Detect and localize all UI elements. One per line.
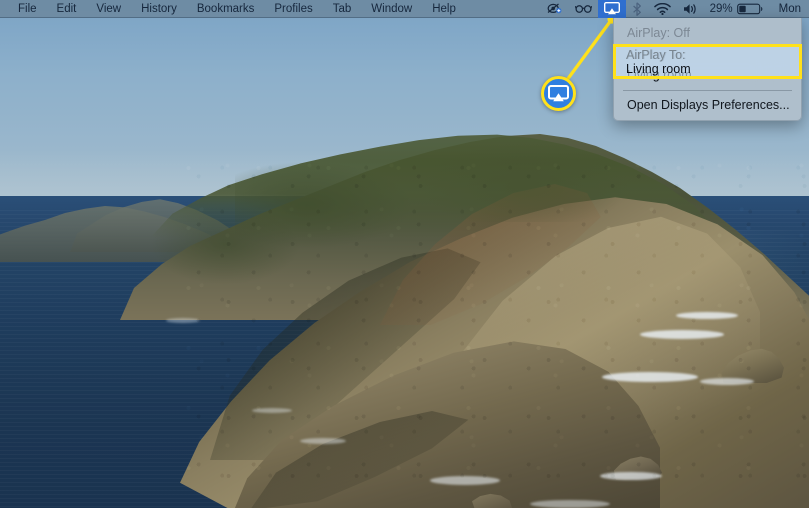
menu-item-profiles[interactable]: Profiles: [264, 0, 322, 18]
menu-separator: [623, 90, 792, 91]
menu-bar: File Edit View History Bookmarks Profile…: [0, 0, 809, 18]
screen-sharing-icon: [547, 3, 563, 15]
annotation-callout-airplay: [541, 76, 576, 111]
screen-sharing-status-item[interactable]: [541, 0, 569, 18]
eyeglasses-status-item[interactable]: [569, 0, 598, 18]
menu-bar-status-items: 29% Mon: [541, 0, 809, 18]
volume-status-item[interactable]: [677, 0, 704, 18]
menu-item-help[interactable]: Help: [422, 0, 466, 18]
annotation-airplay-to-label: AirPlay To:: [626, 48, 686, 62]
wallpaper-rock-texture: [180, 150, 809, 508]
battery-icon: [736, 3, 763, 15]
battery-percent-label: 29%: [709, 2, 733, 15]
menu-bar-app-menus: File Edit View History Bookmarks Profile…: [0, 0, 466, 18]
airplay-icon: [603, 2, 620, 15]
menu-item-edit[interactable]: Edit: [47, 0, 87, 18]
bluetooth-icon: [632, 1, 642, 16]
airplay-status-item[interactable]: [597, 0, 626, 18]
battery-status-item[interactable]: 29%: [704, 0, 769, 18]
menu-item-window[interactable]: Window: [361, 0, 422, 18]
menu-bar-clock[interactable]: Mon: [769, 3, 807, 15]
annotation-device-name[interactable]: Living room: [626, 62, 789, 77]
wifi-icon: [653, 2, 671, 15]
eyeglasses-icon: [574, 3, 592, 14]
wifi-status-item[interactable]: [648, 0, 677, 18]
airplay-icon: [548, 85, 569, 102]
bluetooth-status-item[interactable]: [626, 0, 648, 18]
menu-item-view[interactable]: View: [86, 0, 131, 18]
speaker-icon: [683, 3, 698, 15]
menu-item-history[interactable]: History: [131, 0, 187, 18]
menu-item-file[interactable]: File: [8, 0, 47, 18]
menu-item-tab[interactable]: Tab: [323, 0, 362, 18]
menu-item-bookmarks[interactable]: Bookmarks: [187, 0, 265, 18]
airplay-status-row: AirPlay: Off: [627, 26, 690, 40]
annotation-highlight-contents: AirPlay To: Living room: [616, 47, 799, 76]
open-displays-preferences-item[interactable]: Open Displays Preferences...: [614, 94, 801, 116]
